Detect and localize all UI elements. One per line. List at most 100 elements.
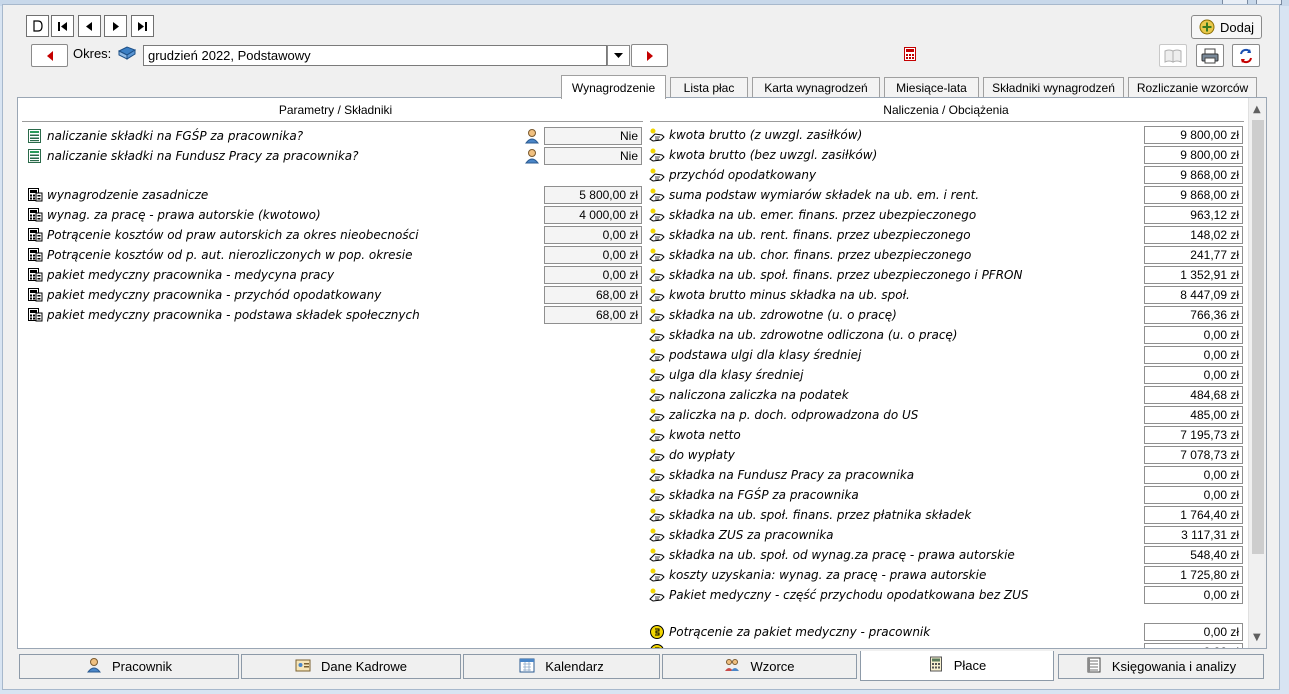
add-button[interactable]: Dodaj	[1191, 15, 1262, 39]
charge-row: składka na ub. zdrowotne odliczona (u. o…	[649, 326, 958, 344]
bottom-tab-księgowania-i-analizy[interactable]: Księgowania i analizy	[1058, 654, 1264, 679]
payment-hand-icon	[649, 507, 665, 523]
charge-value[interactable]: 9 868,00 zł	[1144, 166, 1243, 184]
charge-value[interactable]: 766,36 zł	[1144, 306, 1243, 324]
charge-value[interactable]: 1 352,91 zł	[1144, 266, 1243, 284]
charge-value[interactable]: 485,00 zł	[1144, 406, 1243, 424]
add-plus-icon	[1199, 19, 1215, 35]
first-record-button[interactable]	[51, 15, 74, 37]
scrollbar-thumb[interactable]	[1252, 120, 1264, 554]
new-record-icon	[33, 20, 43, 32]
component-value[interactable]: 0,00 zł	[544, 246, 642, 264]
book-open-button[interactable]	[1159, 44, 1187, 67]
charge-value[interactable]: 484,68 zł	[1144, 386, 1243, 404]
charge-value[interactable]: 9 800,00 zł	[1144, 146, 1243, 164]
charge-value[interactable]: 3 117,31 zł	[1144, 526, 1243, 544]
charge-label: Pakiet medyczny - część przychodu opodat…	[669, 588, 1029, 602]
calculator-red-icon[interactable]	[904, 47, 916, 64]
book-open-icon	[1164, 49, 1182, 63]
payment-hand-icon	[649, 467, 665, 483]
partial-deduction-value[interactable]: 0,00 zł	[1144, 643, 1243, 648]
charge-value[interactable]: 7 195,73 zł	[1144, 426, 1243, 444]
tab-rozliczanie-wzorcow[interactable]: Rozliczanie wzorców	[1128, 77, 1257, 98]
charge-value[interactable]: 7 078,73 zł	[1144, 446, 1243, 464]
charge-label: składka na FGŚP za pracownika	[669, 488, 859, 502]
bottom-tab-dane-kadrowe[interactable]: Dane Kadrowe	[241, 654, 461, 679]
component-label: pakiet medyczny pracownika - przychód op…	[47, 288, 382, 302]
okres-field[interactable]: grudzień 2022, Podstawowy	[143, 45, 607, 66]
tab-lista-plac[interactable]: Lista płac	[670, 77, 748, 98]
component-value[interactable]: 4 000,00 zł	[544, 206, 642, 224]
naliczenia-header: Naliczenia / Obciążenia	[883, 103, 1009, 117]
charge-row: kwota brutto minus składka na ub. społ.	[649, 286, 910, 304]
charge-value[interactable]: 0,00 zł	[1144, 346, 1243, 364]
tab-miesiace-lata[interactable]: Miesiące-lata	[884, 77, 979, 98]
deduction-value[interactable]: 0,00 zł	[1144, 623, 1243, 641]
charge-row: składka na ub. emer. finans. przez ubezp…	[649, 206, 976, 224]
component-value[interactable]: 5 800,00 zł	[544, 186, 642, 204]
parameter-value[interactable]: Nie	[544, 147, 642, 165]
bottom-tab-pracownik[interactable]: Pracownik	[19, 654, 239, 679]
people-icon	[724, 657, 740, 676]
charge-row: do wypłaty	[649, 446, 735, 464]
person-icon[interactable]	[524, 148, 540, 167]
component-value[interactable]: 0,00 zł	[544, 226, 642, 244]
previous-period-button[interactable]	[31, 44, 68, 67]
component-value[interactable]: 0,00 zł	[544, 266, 642, 284]
okres-label: Okres:	[73, 46, 112, 61]
charge-value[interactable]: 963,12 zł	[1144, 206, 1243, 224]
charge-value[interactable]: 548,40 zł	[1144, 546, 1243, 564]
charge-value[interactable]: 148,02 zł	[1144, 226, 1243, 244]
calculator-icon	[27, 207, 43, 223]
charge-value[interactable]: 9 868,00 zł	[1144, 186, 1243, 204]
tab-label: Składniki wynagrodzeń	[992, 80, 1115, 95]
coin-icon	[649, 624, 665, 640]
charge-row: przychód opodatkowany	[649, 166, 816, 184]
charge-value[interactable]: 0,00 zł	[1144, 366, 1243, 384]
last-record-button[interactable]	[131, 15, 154, 37]
print-button[interactable]	[1196, 44, 1224, 67]
charge-value[interactable]: 9 800,00 zł	[1144, 126, 1243, 144]
charge-value[interactable]: 0,00 zł	[1144, 586, 1243, 604]
new-record-button[interactable]	[26, 15, 49, 37]
component-label: Potrącenie kosztów od p. aut. nierozlicz…	[47, 248, 413, 262]
tab-label: Lista płac	[683, 80, 735, 95]
left-header-divider	[22, 121, 643, 122]
bottom-tab-płace[interactable]: Płace	[860, 651, 1054, 681]
scroll-down-icon[interactable]: ▼	[1253, 632, 1261, 643]
charge-row: Pakiet medyczny - część przychodu opodat…	[649, 586, 1029, 604]
parameter-value[interactable]: Nie	[544, 127, 642, 145]
scroll-up-icon[interactable]: ▲	[1253, 104, 1261, 115]
component-value[interactable]: 68,00 zł	[544, 286, 642, 304]
bottom-tab-wzorce[interactable]: Wzorce	[662, 654, 857, 679]
charge-label: podstawa ulgi dla klasy średniej	[669, 348, 862, 362]
charge-value[interactable]: 0,00 zł	[1144, 326, 1243, 344]
bottom-tab-kalendarz[interactable]: Kalendarz	[463, 654, 660, 679]
component-row: pakiet medyczny pracownika - podstawa sk…	[27, 306, 420, 324]
previous-record-button[interactable]	[78, 15, 101, 37]
charge-value[interactable]: 8 447,09 zł	[1144, 286, 1243, 304]
next-record-button[interactable]	[104, 15, 127, 37]
refresh-button[interactable]	[1232, 44, 1260, 67]
tab-wynagrodzenie[interactable]: Wynagrodzenie	[561, 75, 666, 99]
tab-skladniki-wynagrodzen[interactable]: Składniki wynagrodzeń	[983, 77, 1124, 98]
chevron-down-icon	[614, 52, 623, 58]
charge-value[interactable]: 1 764,40 zł	[1144, 506, 1243, 524]
deduction-label: Potrącenie za pakiet medyczny - pracowni…	[669, 625, 931, 639]
person-icon[interactable]	[524, 128, 540, 147]
charge-value[interactable]: 0,00 zł	[1144, 486, 1243, 504]
ledger-icon	[1086, 657, 1102, 676]
charge-row: składka na ub. społ. finans. przez płatn…	[649, 506, 971, 524]
charge-value[interactable]: 0,00 zł	[1144, 466, 1243, 484]
calculator-icon	[27, 307, 43, 323]
payment-hand-icon	[649, 287, 665, 303]
next-period-button[interactable]	[631, 44, 668, 67]
charge-value[interactable]: 241,77 zł	[1144, 246, 1243, 264]
okres-dropdown-button[interactable]	[607, 45, 630, 66]
vertical-scrollbar[interactable]: ▲ ▼	[1248, 98, 1266, 648]
component-value[interactable]: 68,00 zł	[544, 306, 642, 324]
charge-label: składka na ub. chor. finans. przez ubezp…	[669, 248, 972, 262]
charge-value[interactable]: 1 725,80 zł	[1144, 566, 1243, 584]
charge-row: kwota brutto (bez uwzgl. zasiłków)	[649, 146, 877, 164]
tab-karta-wynagrodzen[interactable]: Karta wynagrodzeń	[752, 77, 880, 98]
